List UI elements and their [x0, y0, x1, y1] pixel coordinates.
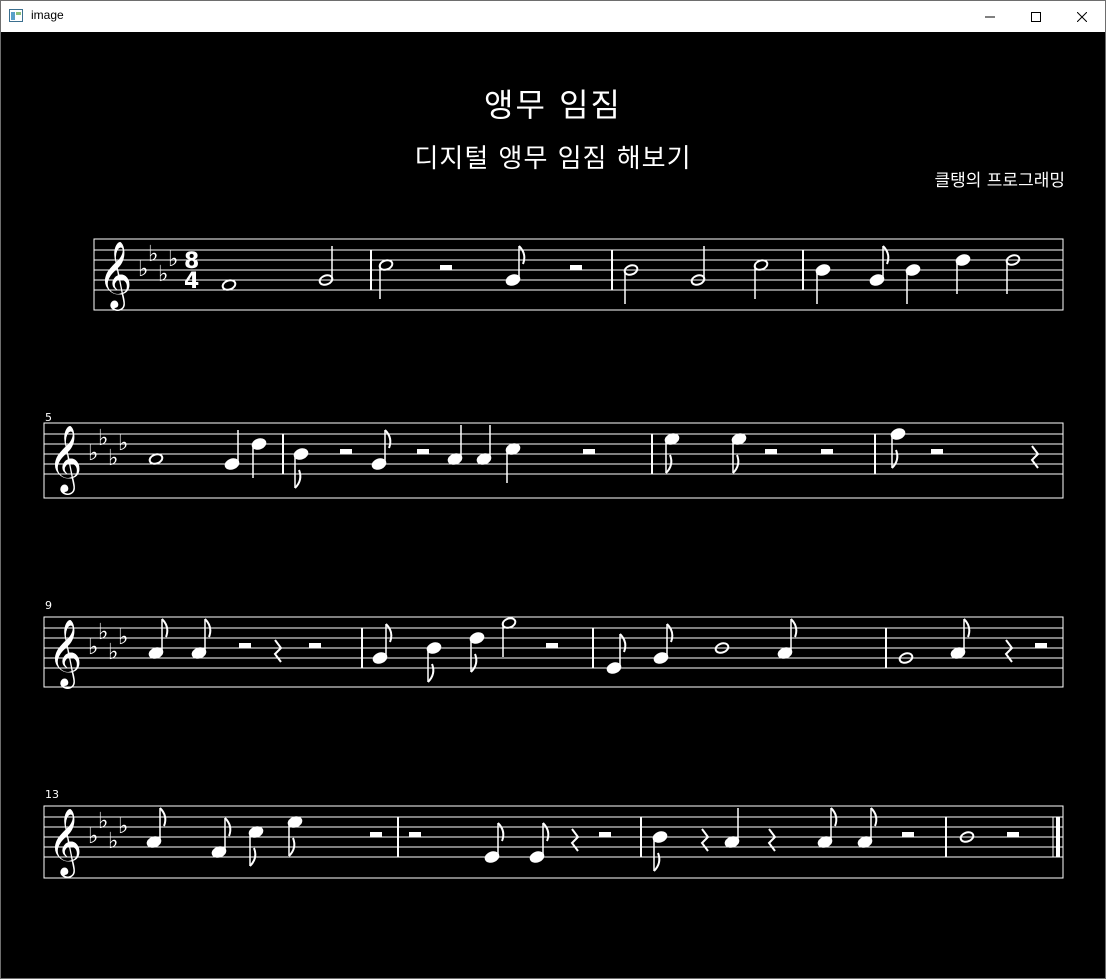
note-flag [542, 822, 550, 842]
rest-mark [417, 449, 429, 454]
note-flag [619, 633, 627, 653]
treble-clef: 𝄞 [48, 424, 82, 495]
flat-sign: ♭ [98, 426, 108, 451]
maximize-button[interactable] [1013, 1, 1059, 32]
rest-mark [440, 265, 452, 270]
rest-mark [821, 449, 833, 454]
note-flag [497, 822, 505, 842]
flat-sign: ♭ [88, 635, 98, 660]
measure-number-9: 9 [45, 599, 52, 612]
staff-system-2: 𝄞 ♭♭♭♭ [43, 422, 1064, 499]
flat-sign: ♭ [88, 824, 98, 849]
flat-sign: ♭ [158, 262, 168, 287]
flat-sign: ♭ [118, 431, 128, 456]
flat-sign: ♭ [118, 814, 128, 839]
quarter-rest [273, 639, 283, 663]
quarter-rest [1030, 445, 1040, 469]
measure-number-5: 5 [45, 411, 52, 424]
treble-clef: 𝄞 [48, 807, 82, 878]
window-title: image [31, 8, 64, 22]
quarter-rest [1004, 639, 1014, 663]
flat-sign: ♭ [138, 257, 148, 282]
rest-mark [340, 449, 352, 454]
flat-sign: ♭ [108, 640, 118, 665]
flat-sign: ♭ [168, 247, 178, 272]
quarter-rest [767, 828, 777, 852]
title-bar[interactable]: image [1, 1, 1105, 32]
flat-sign: ♭ [118, 625, 128, 650]
staff-system-4: 𝄞 ♭♭♭♭ [43, 805, 1064, 879]
flat-sign: ♭ [108, 829, 118, 854]
flat-sign: ♭ [98, 620, 108, 645]
rest-mark [599, 832, 611, 837]
quarter-rest [570, 828, 580, 852]
maximize-icon [1031, 11, 1041, 22]
time-sig-bottom: 4 [184, 269, 199, 294]
flat-sign: ♭ [88, 441, 98, 466]
flat-sign: ♭ [98, 809, 108, 834]
minimize-button[interactable] [967, 1, 1013, 32]
flat-sign: ♭ [108, 446, 118, 471]
staff-system-1: 𝄞 ♭♭♭♭ 84 [93, 238, 1064, 311]
image-canvas: 앵무 임짐 디지털 앵무 임짐 해보기 클탱의 프로그래밍 𝄞 ♭ ♭ ♭ ♭ 8 4 𝄞 ♭ ♭… [1, 32, 1105, 978]
rest-mark [583, 449, 595, 454]
notes-system-1 [221, 245, 1021, 304]
rest-mark [765, 449, 777, 454]
note-flag [385, 623, 393, 643]
minimize-icon [985, 16, 995, 17]
treble-clef: 𝄞 [98, 240, 132, 311]
close-button[interactable] [1059, 1, 1105, 32]
rest-mark [1007, 832, 1019, 837]
rest-mark [1035, 643, 1047, 648]
app-window-icon [9, 9, 23, 22]
note-flag [470, 653, 478, 673]
rest-mark [409, 832, 421, 837]
rest-mark [931, 449, 943, 454]
note-flag [891, 449, 899, 469]
rest-mark [902, 832, 914, 837]
measure-number-13: 13 [45, 788, 59, 801]
note-flag [882, 245, 890, 265]
rest-mark [239, 643, 251, 648]
close-icon [1077, 11, 1087, 22]
note-flag [427, 663, 435, 683]
note-flag [294, 469, 302, 489]
flat-sign: ♭ [148, 242, 158, 267]
rest-mark [309, 643, 321, 648]
note-flag [653, 852, 661, 872]
note-flag [384, 429, 392, 449]
app-window: image 앵무 임짐 디지털 앵무 임짐 해보기 클탱의 프로그래밍 𝄞 ♭ ♭ ♭… [0, 0, 1106, 979]
note-flag [518, 245, 526, 265]
quarter-rest [700, 828, 710, 852]
rest-mark [570, 265, 582, 270]
rest-mark [546, 643, 558, 648]
notes-system-3 [148, 617, 1047, 683]
note-flag [666, 623, 674, 643]
sheet-music: 𝄞 ♭♭♭♭ 84𝄞 ♭♭♭♭𝄞 ♭♭♭♭𝄞 ♭♭♭♭ 5 9 13 [43, 238, 1064, 879]
treble-clef: 𝄞 [48, 618, 82, 689]
rest-mark [370, 832, 382, 837]
